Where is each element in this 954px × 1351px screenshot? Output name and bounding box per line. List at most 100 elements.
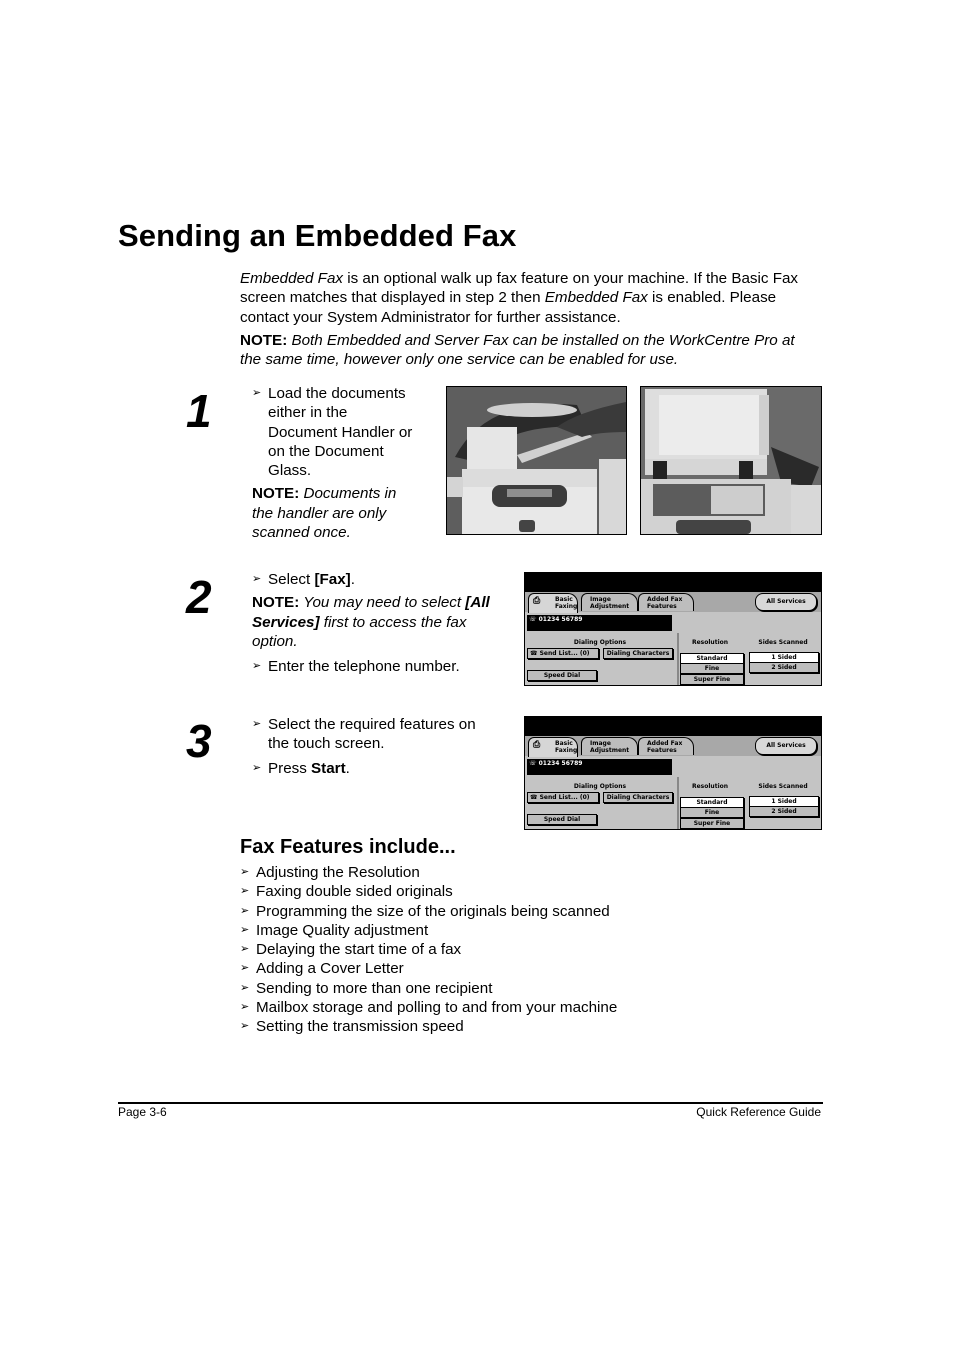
bullet-text: .	[350, 571, 355, 588]
bullet-arrow-icon: ➢	[252, 660, 262, 673]
bullet-arrow-icon: ➢	[252, 761, 262, 774]
tab-label: Added Fax	[647, 596, 683, 603]
bullet-arrow-icon: ➢	[240, 943, 250, 956]
tab-label: Image	[590, 596, 611, 603]
fax-screen-screenshot: ⎙ Basic Faxing Image Adjustment Added Fa…	[524, 572, 822, 686]
bullet-text: on the Document	[268, 442, 384, 460]
bullet-arrow-icon: ➢	[252, 573, 262, 585]
note-label: NOTE:	[240, 332, 288, 349]
bullet-text: Press	[268, 759, 312, 777]
speed-dial-button[interactable]: Speed Dial	[527, 670, 597, 681]
bullet-arrow-icon: ➢	[240, 885, 250, 898]
note-text: You may need to select	[299, 594, 466, 612]
intro-text: screen matches that displayed in step 2 …	[240, 289, 545, 307]
send-list-button[interactable]: ☎ Send List... (0)	[527, 792, 599, 803]
note-text: scanned once.	[252, 524, 351, 542]
dialing-characters-button[interactable]: Dialing Characters	[603, 648, 673, 659]
tab-image-adjustment[interactable]: Image Adjustment	[581, 737, 638, 755]
feature-text: Mailbox storage and polling to and from …	[256, 999, 618, 1017]
all-services-button[interactable]: All Services	[755, 593, 817, 611]
tab-image-adjustment[interactable]: Image Adjustment	[581, 593, 638, 611]
tab-label: Features	[647, 747, 677, 754]
sides-2-sided-button[interactable]: 2 Sided	[749, 806, 819, 817]
bullet-text: Enter the telephone number.	[268, 658, 460, 676]
footer-guide-title: Quick Reference Guide	[696, 1105, 821, 1119]
intro-text: contact your System Administrator for fu…	[240, 308, 621, 326]
screen-divider	[677, 777, 679, 829]
resolution-super-fine-button[interactable]: Super Fine	[680, 818, 744, 829]
dialing-options-label: Dialing Options	[573, 783, 627, 790]
dialing-characters-button[interactable]: Dialing Characters	[603, 792, 673, 803]
fax-screen-screenshot: ⎙ Basic Faxing Image Adjustment Added Fa…	[524, 716, 822, 830]
feature-list-item: ➢ Faxing double sided originals	[240, 882, 800, 901]
photo-document-handler	[446, 386, 627, 535]
bullet-text: the touch screen.	[268, 735, 385, 753]
screen-divider	[677, 633, 679, 685]
step-1-bullet: ➢ Load the documents either in the Docum…	[252, 384, 437, 480]
bullet-text: Select	[268, 571, 315, 588]
tab-basic-faxing[interactable]: ⎙ Basic Faxing	[528, 737, 578, 757]
feature-text: Adding a Cover Letter	[256, 960, 404, 978]
sides-scanned-label: Sides Scanned	[758, 639, 808, 646]
tab-added-fax-features[interactable]: Added Fax Features	[638, 593, 694, 611]
note-label: NOTE:	[252, 485, 300, 503]
intro-text: is enabled. Please	[647, 289, 777, 307]
tab-label: Faxing	[555, 747, 578, 754]
feature-text: Image Quality adjustment	[256, 921, 429, 939]
feature-text: Adjusting the Resolution	[256, 864, 420, 881]
step-1-instructions: ➢ Load the documents either in the Docum…	[252, 384, 437, 542]
dialing-options-label: Dialing Options	[573, 639, 627, 646]
intro-emph: Embedded Fax	[544, 289, 648, 307]
feature-list-item: ➢ Adding a Cover Letter	[240, 959, 800, 978]
step-number-1: 1	[186, 385, 212, 437]
bullet-text: .	[345, 759, 350, 777]
note-label: NOTE:	[252, 594, 300, 612]
feature-text: Faxing double sided originals	[256, 883, 453, 901]
features-list: ➢ Adjusting the Resolution ➢ Faxing double …	[240, 863, 800, 1037]
feature-list-item: ➢ Mailbox storage and polling to and from…	[240, 998, 800, 1017]
feature-list-item: ➢ Programming the size of the originals b…	[240, 902, 800, 921]
feature-text: Programming the size of the originals be…	[256, 902, 610, 920]
tab-label: Added Fax	[647, 740, 683, 747]
note-text: the same time, however only one service …	[240, 351, 679, 369]
resolution-super-fine-button[interactable]: Super Fine	[680, 674, 744, 685]
tab-added-fax-features[interactable]: Added Fax Features	[638, 737, 694, 755]
footer-divider	[118, 1102, 823, 1104]
sides-2-sided-button[interactable]: 2 Sided	[749, 662, 819, 673]
bullet-arrow-icon: ➢	[240, 923, 250, 936]
speed-dial-button[interactable]: Speed Dial	[527, 814, 597, 825]
note-text: option.	[252, 632, 298, 650]
feature-list-item: ➢ Image Quality adjustment	[240, 921, 800, 940]
fax-number-display[interactable]: ☏ 01234 56789	[527, 615, 672, 631]
tab-label: Faxing	[555, 603, 578, 610]
all-services-button[interactable]: All Services	[755, 737, 817, 755]
step-3-instructions: ➢ Select the required features on the to…	[252, 715, 517, 778]
bullet-arrow-icon: ➢	[240, 1020, 250, 1033]
resolution-label: Resolution	[691, 783, 729, 790]
bullet-arrow-icon: ➢	[252, 718, 262, 730]
bullet-emph: [Fax]	[314, 571, 351, 588]
features-heading: Fax Features include...	[240, 836, 456, 858]
bullet-arrow-icon: ➢	[240, 904, 250, 917]
tab-label: Basic	[555, 596, 573, 603]
screen-top-bar	[525, 717, 821, 736]
tab-basic-faxing[interactable]: ⎙ Basic Faxing	[528, 593, 578, 613]
step-2-bullet-select-fax: ➢ Select [Fax].	[252, 570, 517, 589]
intro-note: NOTE: Both Embedded and Server Fax can b…	[240, 331, 830, 370]
feature-list-item: ➢ Adjusting the Resolution	[240, 863, 800, 882]
resolution-fine-button[interactable]: Fine	[680, 663, 744, 674]
step-1-note: NOTE: Documents in the handler are only …	[252, 484, 437, 542]
feature-text: Delaying the start time of a fax	[256, 941, 462, 959]
fax-number-display[interactable]: ☏ 01234 56789	[527, 759, 672, 775]
bullet-text: Document Handler or	[268, 423, 413, 441]
note-text: the handler are only	[252, 504, 387, 522]
resolution-fine-button[interactable]: Fine	[680, 807, 744, 818]
bullet-text: Select the required features on	[268, 716, 476, 733]
feature-list-item: ➢ Delaying the start time of a fax	[240, 940, 800, 959]
send-list-button[interactable]: ☎ Send List... (0)	[527, 648, 599, 659]
note-text: Documents in	[303, 485, 397, 503]
feature-text: Sending to more than one recipient	[256, 979, 493, 997]
bullet-text: either in the	[268, 404, 348, 422]
step-3-bullet-select-features: ➢ Select the required features on the to…	[252, 715, 517, 754]
intro-paragraph: Embedded Fax is an optional walk up fax …	[240, 269, 830, 327]
